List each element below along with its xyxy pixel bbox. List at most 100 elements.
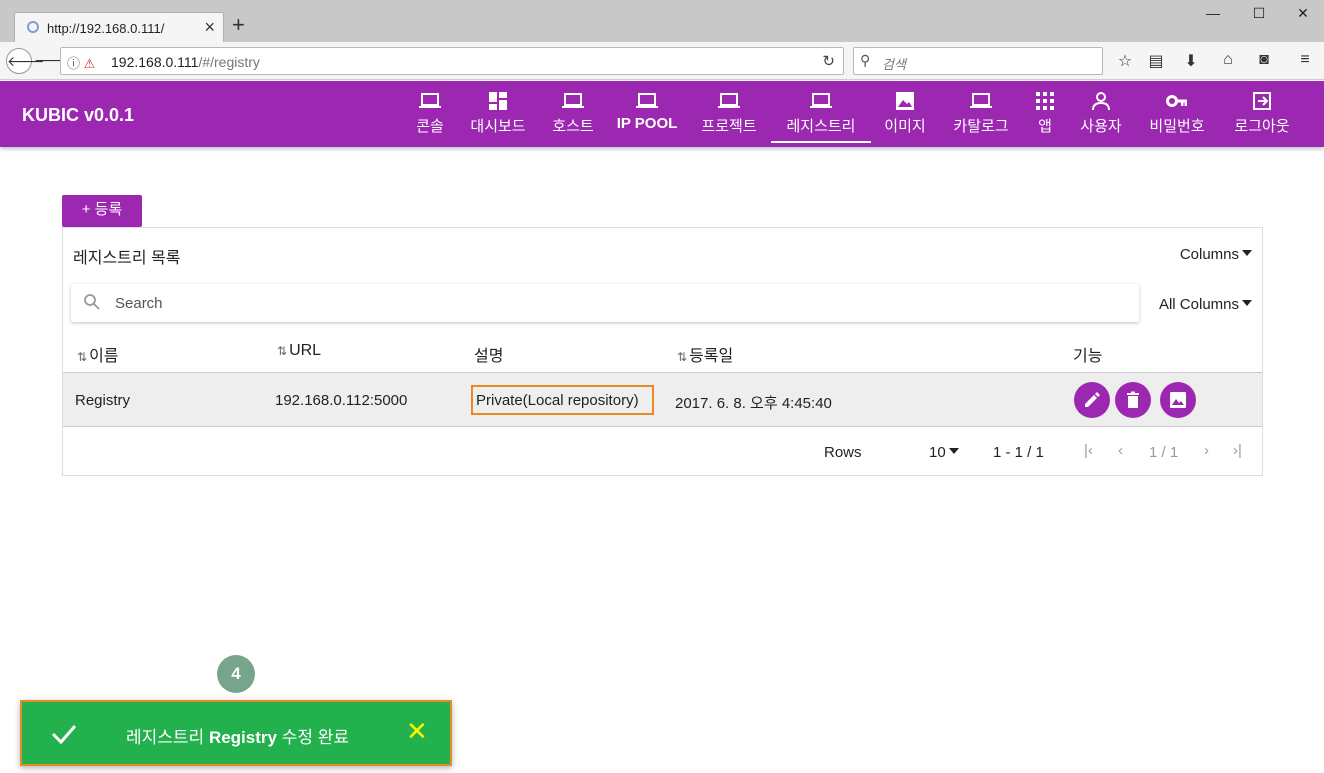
pocket-icon[interactable]: ◙: [1253, 51, 1275, 69]
prev-page-icon[interactable]: ‹: [1118, 442, 1123, 459]
dashboard-icon: [489, 92, 507, 110]
pencil-icon: [1085, 392, 1100, 407]
browser-tab[interactable]: http://192.168.0.111/ ×: [14, 12, 224, 42]
header-url[interactable]: ⇅ URL: [277, 342, 321, 360]
success-toast: 레지스트리 Registry 수정 완료 ✕: [20, 700, 452, 766]
laptop-icon: [562, 93, 584, 108]
delete-button[interactable]: [1115, 382, 1151, 418]
browser-search-box[interactable]: ⚲ 검색: [853, 47, 1103, 75]
menu-apps[interactable]: 앱: [1028, 81, 1062, 147]
reading-list-icon[interactable]: ▤: [1145, 51, 1167, 71]
menu-registry[interactable]: 레지스트리: [771, 81, 871, 147]
laptop-icon: [636, 93, 658, 108]
close-tab-icon[interactable]: ×: [204, 17, 215, 38]
sort-icon: ⇅: [677, 350, 688, 364]
caret-down-icon: [1242, 250, 1252, 256]
search-input[interactable]: [115, 292, 1015, 314]
bookmark-star-icon[interactable]: ☆: [1114, 51, 1136, 71]
menu-hosts[interactable]: 호스트: [544, 81, 602, 147]
cell-description-highlight: Private(Local repository): [471, 385, 654, 415]
edit-button[interactable]: [1074, 382, 1110, 418]
menu-label: 대시보드: [470, 118, 526, 135]
menu-label: 로그아웃: [1234, 118, 1290, 135]
laptop-icon: [718, 93, 740, 108]
apps-grid-icon: [1036, 92, 1054, 110]
rows-label: Rows: [824, 444, 862, 461]
download-icon[interactable]: ⬇: [1180, 51, 1202, 71]
cell-url: 192.168.0.112:5000: [275, 392, 408, 409]
close-icon[interactable]: ✕: [406, 718, 428, 744]
page-indicator: 1 / 1: [1149, 444, 1179, 461]
menu-projects[interactable]: 프로젝트: [692, 81, 766, 147]
url-text: 192.168.0.111/#/registry: [111, 54, 260, 70]
menu-ip-pool[interactable]: IP POOL: [612, 81, 682, 147]
image-icon: [896, 92, 914, 110]
menu-label: 프로젝트: [701, 118, 757, 135]
add-registry-button[interactable]: + 등록: [62, 195, 142, 227]
menu-catalog[interactable]: 카탈로그: [944, 81, 1018, 147]
registry-list-card: 레지스트리 목록 Columns All Columns ⇅이름 ⇅URL 설명…: [62, 227, 1263, 476]
table-search: [71, 284, 1139, 322]
laptop-icon: [810, 93, 832, 108]
page-range: 1 - 1 / 1: [993, 444, 1044, 461]
menu-console[interactable]: 콘솔: [408, 81, 452, 147]
menu-users[interactable]: 사용자: [1072, 81, 1130, 147]
menu-images[interactable]: 이미지: [878, 81, 932, 147]
address-bar[interactable]: ⓘ ⚠ 192.168.0.111/#/registry ↻: [60, 47, 844, 75]
menu-label: 카탈로그: [953, 118, 1009, 135]
reload-icon[interactable]: ↻: [822, 52, 835, 70]
minimize-icon[interactable]: —: [1190, 2, 1236, 24]
last-page-icon[interactable]: ›|: [1233, 442, 1242, 459]
sort-icon: ⇅: [77, 350, 88, 364]
back-icon[interactable]: 🡐: [6, 48, 45, 74]
next-page-icon[interactable]: ›: [1204, 442, 1209, 459]
card-title: 레지스트리 목록: [73, 250, 181, 267]
menu-password[interactable]: 비밀번호: [1140, 81, 1214, 147]
columns-label: Columns: [1179, 246, 1239, 263]
logout-icon: [1253, 92, 1271, 110]
images-button[interactable]: [1160, 382, 1196, 418]
browser-tab-bar: http://192.168.0.111/ × + — ☐ ✕: [0, 0, 1324, 42]
menu-label: 비밀번호: [1149, 118, 1205, 135]
menu-label: 레지스트리: [786, 118, 856, 135]
browser-nav-bar: 🡐 🡒 ⓘ ⚠ 192.168.0.111/#/registry ↻ ⚲ 검색 …: [0, 42, 1324, 80]
caret-down-icon: [948, 448, 959, 454]
caret-down-icon: [1242, 300, 1252, 306]
search-icon: ⚲: [860, 52, 871, 68]
step-badge: 4: [217, 655, 255, 693]
new-tab-icon[interactable]: +: [232, 14, 245, 36]
header-name[interactable]: ⇅ 이름: [77, 342, 119, 366]
menu-dashboard[interactable]: 대시보드: [462, 81, 534, 147]
check-icon: [51, 725, 77, 745]
toast-message: 레지스트리 Registry 수정 완료: [126, 728, 349, 747]
menu-label: 사용자: [1080, 118, 1122, 135]
cell-description: Private(Local repository): [476, 392, 639, 409]
menu-label: 호스트: [552, 118, 594, 135]
laptop-icon: [419, 93, 441, 108]
cell-date: 2017. 6. 8. 오후 4:45:40: [675, 395, 832, 412]
table-row[interactable]: Registry 192.168.0.112:5000 Private(Loca…: [63, 372, 1262, 427]
tab-title: http://192.168.0.111/: [47, 21, 165, 36]
columns-dropdown[interactable]: Columns: [1180, 246, 1252, 263]
browser-search-placeholder: 검색: [882, 57, 906, 72]
cell-name: Registry: [75, 392, 131, 409]
app-header: KUBIC v0.0.1 콘솔 대시보드 호스트 IP POOL 프로젝트 레지…: [0, 81, 1324, 147]
first-page-icon[interactable]: |‹: [1084, 442, 1093, 459]
home-icon[interactable]: ⌂: [1217, 51, 1239, 69]
menu-label: IP POOL: [616, 115, 678, 132]
menu-logout[interactable]: 로그아웃: [1224, 81, 1300, 147]
all-columns-label: All Columns: [1158, 296, 1239, 313]
all-columns-dropdown[interactable]: All Columns: [1159, 296, 1252, 313]
menu-label: 이미지: [884, 118, 926, 135]
site-info-icon[interactable]: ⓘ ⚠: [67, 53, 95, 72]
menu-label: 콘솔: [416, 118, 444, 135]
header-date[interactable]: ⇅ 등록일: [677, 342, 733, 366]
forward-icon[interactable]: 🡒: [34, 48, 72, 74]
close-window-icon[interactable]: ✕: [1280, 2, 1324, 24]
maximize-icon[interactable]: ☐: [1236, 2, 1282, 24]
favicon-icon: [27, 21, 39, 33]
trash-icon: [1127, 391, 1139, 408]
person-icon: [1092, 92, 1110, 110]
menu-icon[interactable]: ≡: [1294, 51, 1316, 69]
rows-per-page-select[interactable]: 10: [929, 444, 959, 461]
